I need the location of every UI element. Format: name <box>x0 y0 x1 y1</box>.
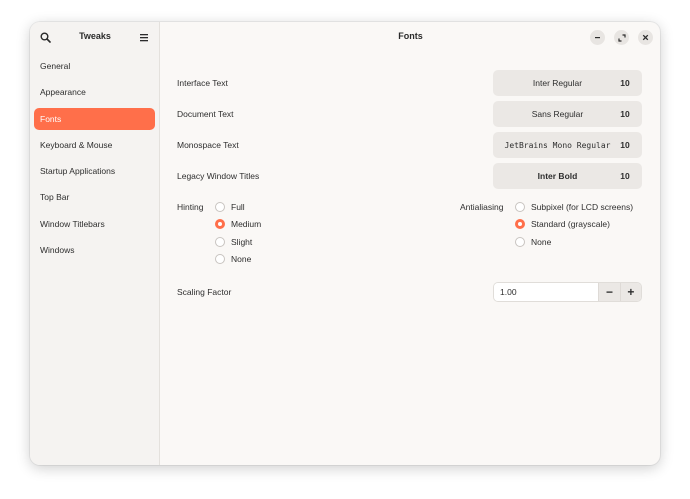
sidebar-item-startup-applications[interactable]: Startup Applications <box>34 160 155 182</box>
minus-icon: − <box>605 285 613 299</box>
hamburger-menu-icon <box>140 33 148 41</box>
close-button[interactable] <box>638 30 653 45</box>
hinting-option-full[interactable]: Full <box>215 202 245 212</box>
sidebar-item-general[interactable]: General <box>34 55 155 77</box>
legacy-titles-font-name: Inter Bold <box>537 171 578 181</box>
monospace-font-name: JetBrains Mono Regular <box>504 140 611 150</box>
main-menu-button[interactable] <box>133 26 155 48</box>
sidebar-item-window-titlebars[interactable]: Window Titlebars <box>34 213 155 235</box>
antialiasing-label: Antialiasing <box>460 202 504 212</box>
sidebar-header: Tweaks <box>30 22 160 52</box>
sidebar-item-fonts[interactable]: Fonts <box>34 107 155 130</box>
antialiasing-option-standard[interactable]: Standard (grayscale) <box>515 219 610 229</box>
maximize-button[interactable] <box>614 30 629 45</box>
interface-text-font-button[interactable]: Inter Regular 10 <box>493 70 642 96</box>
hinting-option-slight[interactable]: Slight <box>215 237 252 247</box>
hinting-option-medium[interactable]: Medium <box>215 219 261 229</box>
radio-button-selected[interactable] <box>515 219 525 229</box>
radio-button[interactable] <box>515 202 525 212</box>
page-title: Fonts <box>398 31 423 41</box>
scaling-factor-input[interactable]: 1.00 <box>494 283 599 301</box>
minimize-button[interactable] <box>590 30 605 45</box>
radio-button-selected[interactable] <box>215 219 225 229</box>
interface-text-label: Interface Text <box>177 78 228 88</box>
tweaks-window: Tweaks General Appearance Fonts Keyboard… <box>30 22 660 465</box>
sidebar-nav: General Appearance Fonts Keyboard & Mous… <box>34 55 155 265</box>
sidebar-item-keyboard-mouse[interactable]: Keyboard & Mouse <box>34 134 155 156</box>
interface-font-name: Inter Regular <box>532 78 583 88</box>
plus-icon: + <box>627 285 635 299</box>
antialiasing-option-label: Subpixel (for LCD screens) <box>531 202 634 212</box>
antialiasing-option-none[interactable]: None <box>515 237 551 247</box>
radio-button[interactable] <box>215 202 225 212</box>
monospace-font-size: 10 <box>620 140 630 150</box>
sidebar-item-appearance[interactable]: Appearance <box>34 81 155 103</box>
monospace-text-font-button[interactable]: JetBrains Mono Regular 10 <box>493 132 642 158</box>
antialiasing-option-label: None <box>531 237 552 247</box>
main-panel: Fonts Interface Text Inter Regular 10 Do… <box>161 22 660 465</box>
decrement-button[interactable]: − <box>598 283 620 301</box>
radio-button[interactable] <box>515 237 525 247</box>
legacy-titles-font-size: 10 <box>620 171 630 181</box>
document-font-size: 10 <box>620 109 630 119</box>
document-text-label: Document Text <box>177 109 234 119</box>
document-font-name: Sans Regular <box>531 109 584 119</box>
maximize-icon <box>617 33 626 42</box>
radio-button[interactable] <box>215 237 225 247</box>
hinting-option-label: Full <box>231 202 245 212</box>
search-icon <box>40 32 51 43</box>
close-icon <box>642 34 649 41</box>
sidebar-item-top-bar[interactable]: Top Bar <box>34 186 155 208</box>
app-title: Tweaks <box>79 31 111 41</box>
legacy-window-titles-label: Legacy Window Titles <box>177 171 260 181</box>
minimize-icon <box>595 37 600 39</box>
antialiasing-option-label: Standard (grayscale) <box>531 219 610 229</box>
search-button[interactable] <box>34 26 56 48</box>
radio-button[interactable] <box>215 254 225 264</box>
sidebar: Tweaks General Appearance Fonts Keyboard… <box>30 22 160 465</box>
antialiasing-option-subpixel[interactable]: Subpixel (for LCD screens) <box>515 202 633 212</box>
monospace-text-label: Monospace Text <box>177 140 239 150</box>
document-text-font-button[interactable]: Sans Regular 10 <box>493 101 642 127</box>
hinting-option-none[interactable]: None <box>215 254 251 264</box>
scaling-factor-label: Scaling Factor <box>177 287 232 297</box>
hinting-label: Hinting <box>177 202 204 212</box>
legacy-window-titles-font-button[interactable]: Inter Bold 10 <box>493 163 642 189</box>
scaling-factor-spinbutton: 1.00 − + <box>493 282 642 302</box>
interface-font-size: 10 <box>620 78 630 88</box>
sidebar-item-windows[interactable]: Windows <box>34 239 155 261</box>
hinting-option-label: None <box>231 254 252 264</box>
hinting-option-label: Medium <box>231 219 262 229</box>
increment-button[interactable]: + <box>619 283 641 301</box>
hinting-option-label: Slight <box>231 237 253 247</box>
